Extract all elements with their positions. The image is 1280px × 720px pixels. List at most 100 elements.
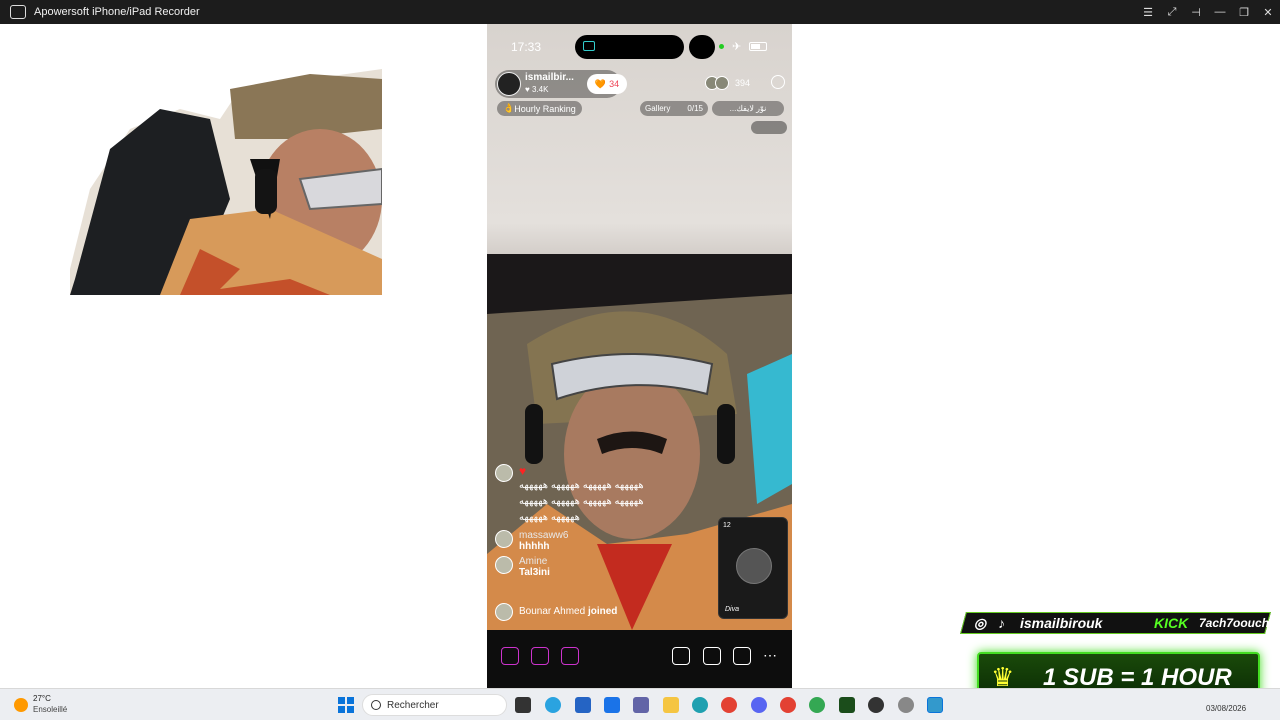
comment-text: هههههه هههههه [519, 512, 580, 523]
taskbar: 27°C Ensoleillé Rechercher 03/08/2026 [0, 688, 1280, 720]
guests-icon[interactable] [501, 647, 519, 665]
comment-laugh: ♥ هههههه هههههه هههههه هههههه هههههه ههه… [495, 464, 705, 526]
discord-icon[interactable] [751, 697, 767, 713]
battery-icon [749, 42, 768, 51]
start-icon[interactable] [338, 697, 354, 713]
viewer-avatar [715, 76, 729, 90]
comment-avatar [495, 464, 513, 482]
chrome-icon[interactable] [809, 697, 825, 713]
kick-label: KICK [1154, 615, 1189, 631]
host-badge[interactable]: ismailbir... ♥ 3.4K 🧡 34 [495, 70, 627, 98]
task-view-icon[interactable] [515, 697, 531, 713]
viewer-count: 394 [735, 78, 751, 88]
fullscreen-icon[interactable]: ⤢ [1160, 0, 1184, 24]
add-post-icon[interactable] [561, 647, 579, 665]
gallery-button[interactable]: Gallery 0/15 [640, 101, 708, 116]
comment-avatar[interactable] [495, 556, 513, 574]
recorder-app-icon[interactable] [927, 697, 943, 713]
streamer-cutout-image [70, 69, 382, 295]
comment-text: Tal3ini [519, 567, 550, 578]
outlook-icon[interactable] [604, 697, 620, 713]
store-icon[interactable] [575, 697, 591, 713]
kick-handle: 7ach7oouch [1199, 616, 1270, 630]
comment-item: massaww6 hhhhh [495, 530, 705, 552]
gallery-label: Gallery [645, 104, 671, 113]
chrome-icon[interactable] [721, 697, 737, 713]
status-icons: ✈ [719, 40, 768, 53]
explorer-icon[interactable] [663, 697, 679, 713]
fire-icon: 👌 [503, 103, 515, 113]
instagram-icon: ◎ [973, 615, 987, 631]
streamer-cutout [70, 69, 382, 295]
comment-feed: ♥ هههههه هههههه هههههه هههههه هههههه ههه… [495, 464, 705, 582]
more-icon[interactable]: ⋯ [763, 647, 781, 665]
search-placeholder: Rechercher [387, 700, 439, 711]
window-controls: ☰ ⤢ ⊣ — ❐ ✕ [1136, 0, 1280, 24]
sun-icon[interactable] [14, 698, 28, 712]
clock-date[interactable]: 03/08/2026 [1206, 704, 1246, 713]
joined-notice: Bounar Ahmed joined [495, 603, 618, 621]
app-title: Apowersoft iPhone/iPad Recorder [34, 6, 200, 18]
magic-wand-icon[interactable] [733, 647, 751, 665]
comment-user[interactable]: Amine [519, 556, 705, 567]
phone-screen: 17:33 ✈ ismailbir... ♥ 3.4K 🧡 34 394 👌 H… [487, 24, 792, 688]
pin-icon[interactable]: ⊣ [1184, 0, 1208, 24]
minimize-button[interactable]: — [1208, 0, 1232, 24]
promo-pill[interactable]: ...نوّر لايفك [712, 101, 784, 116]
hourly-ranking-label: Hourly Ranking [514, 103, 576, 114]
camera-indicator-icon[interactable] [751, 121, 787, 134]
teams-icon[interactable] [633, 697, 649, 713]
comment-text: هههههه هههههه هههههه هههههه [519, 496, 644, 507]
mini-count: 12 [723, 522, 731, 529]
airplane-icon: ✈ [732, 41, 742, 53]
search-input[interactable]: Rechercher [362, 694, 507, 716]
social-banner: ◎ ♪ ismailbirouk KICK 7ach7oouch [960, 612, 1271, 634]
comment-item: Amine Tal3ini [495, 556, 705, 578]
status-time: 17:33 [511, 40, 542, 54]
follow-count: 34 [609, 79, 620, 89]
comment-text: hhhhh [519, 541, 550, 552]
viewer-list[interactable]: 394 [705, 72, 750, 94]
social-handle: ismailbirouk [1020, 615, 1103, 631]
search-icon [371, 700, 381, 710]
host-likes-count: 3.4K [531, 85, 549, 94]
joined-user: Bounar Ahmed [519, 606, 586, 617]
weather-desc[interactable]: Ensoleillé [33, 705, 67, 714]
telegram-icon[interactable] [545, 697, 561, 713]
power-icon[interactable] [771, 75, 785, 89]
box-icon[interactable] [531, 647, 549, 665]
follow-button[interactable]: 🧡 34 [587, 74, 627, 94]
promo-pill-label: ...نوّر لايفك [729, 104, 767, 113]
edge-icon[interactable] [692, 697, 708, 713]
comment-user[interactable]: massaww6 [519, 530, 705, 541]
live-toolbar: ⋯ [487, 630, 792, 688]
heart-icon: ♥ [519, 464, 527, 478]
obs-icon[interactable] [868, 697, 884, 713]
comment-avatar[interactable] [495, 530, 513, 548]
share-icon[interactable] [703, 647, 721, 665]
tiktok-icon: ♪ [998, 615, 1005, 631]
close-button[interactable]: ✕ [1256, 0, 1280, 24]
host-name: ismailbir... [525, 72, 574, 83]
joined-avatar [495, 603, 513, 621]
host-avatar[interactable] [497, 72, 521, 96]
guest-avatar [736, 548, 772, 584]
island-extension [689, 35, 715, 59]
guest-mini-window[interactable]: 12 Diva [718, 517, 788, 619]
screen-mirror-icon [583, 41, 595, 51]
joined-label: joined [587, 606, 618, 617]
gallery-count: 0/15 [687, 104, 703, 113]
chrome-icon[interactable] [780, 697, 796, 713]
weather-temp[interactable]: 27°C [33, 694, 51, 703]
recorder-icon [10, 5, 26, 19]
hourly-ranking-button[interactable]: 👌 Hourly Ranking [497, 101, 582, 116]
settings-icon[interactable] [898, 697, 914, 713]
privacy-dot-icon [719, 44, 724, 49]
dynamic-island [575, 35, 684, 59]
heart-icon: 🧡 [594, 78, 607, 89]
clip-icon[interactable] [672, 647, 690, 665]
maximize-button[interactable]: ❐ [1232, 0, 1256, 24]
list-icon[interactable]: ☰ [1136, 0, 1160, 24]
host-likes: ♥ 3.4K [525, 85, 549, 94]
kick-app-icon[interactable] [839, 697, 855, 713]
